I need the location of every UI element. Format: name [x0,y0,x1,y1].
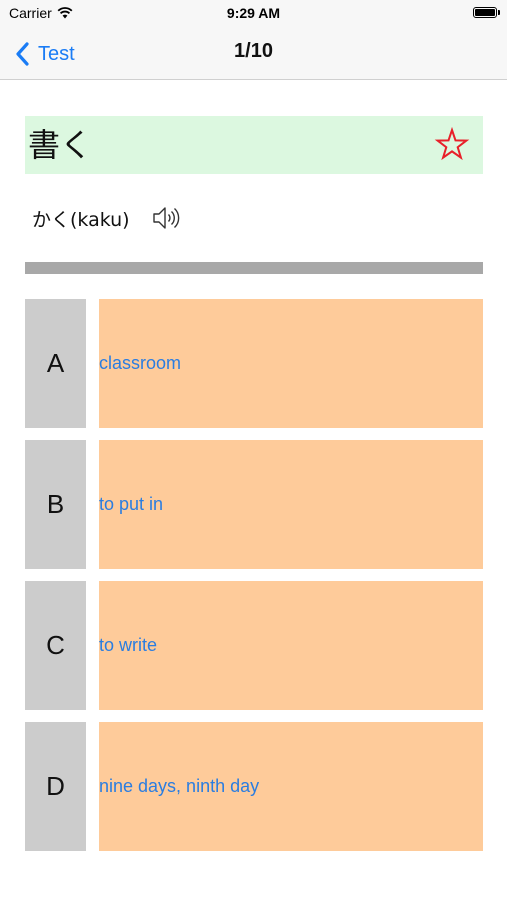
question-reading: かく(kaku) [32,209,130,231]
navigation-bar: Test 1/10 [0,28,507,80]
answer-option-text: classroom [99,353,182,373]
question-word: 書く [28,126,93,164]
status-bar: Carrier 9:29 AM [0,0,507,28]
answer-option-button[interactable]: nine days, ninth day [99,722,483,851]
speaker-icon[interactable] [151,203,181,233]
option-row-d: D nine days, ninth day [25,722,483,851]
option-letter: A [25,299,86,428]
answer-option-button[interactable]: classroom [99,299,483,428]
option-letter: B [25,440,86,569]
battery-icon [473,7,497,18]
option-row-a: A classroom [25,299,483,428]
option-letter: D [25,722,86,851]
question-word-box: 書く [25,116,483,174]
star-outline-icon[interactable] [434,127,470,163]
answer-option-button[interactable]: to put in [99,440,483,569]
option-row-c: C to write [25,581,483,710]
answer-option-text: nine days, ninth day [99,776,260,796]
answer-option-button[interactable]: to write [99,581,483,710]
answer-option-text: to write [99,635,158,655]
answer-option-text: to put in [99,494,164,514]
section-divider [25,262,483,274]
battery-tip [498,10,500,15]
option-letter: C [25,581,86,710]
battery-level [475,9,495,16]
option-row-b: B to put in [25,440,483,569]
page-title: 1/10 [234,40,273,62]
status-time: 9:29 AM [226,5,281,21]
